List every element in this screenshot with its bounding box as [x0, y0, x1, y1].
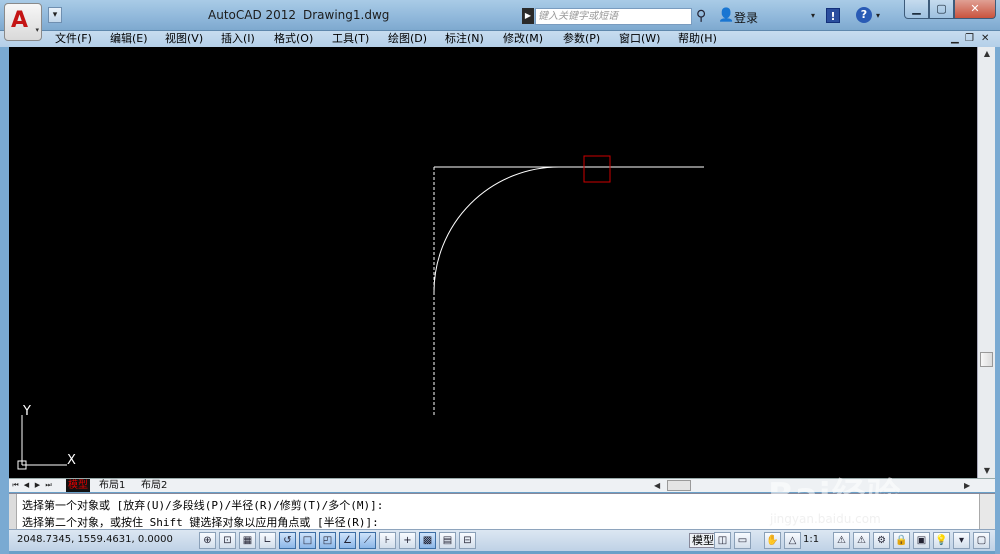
status-menu-icon[interactable]: ▾ — [953, 532, 970, 549]
exchange-info-icon[interactable]: ! — [826, 8, 840, 23]
snap-mode-icon[interactable]: ⊡ — [219, 532, 236, 549]
menu-item-help[interactable]: 帮助(H) — [678, 31, 717, 47]
chevron-down-icon[interactable]: ▾ — [876, 11, 880, 20]
first-tab-icon[interactable]: ⏮ — [11, 480, 20, 491]
menu-item-dimension[interactable]: 标注(N) — [445, 31, 484, 47]
doc-minimize-button[interactable]: ▁ — [951, 32, 959, 46]
grid-display-icon[interactable]: ▦ — [239, 532, 256, 549]
tab-model[interactable]: 模型 — [66, 479, 90, 492]
menu-bar: 文件(F) 编辑(E) 视图(V) 插入(I) 格式(O) 工具(T) 绘图(D… — [0, 31, 1000, 47]
clean-screen-icon[interactable]: ▢ — [973, 532, 990, 549]
ortho-mode-icon[interactable]: ∟ — [259, 532, 276, 549]
binoculars-icon[interactable]: ⚲ — [696, 8, 706, 24]
workspace-switching-icon[interactable]: ⚙ — [873, 532, 890, 549]
title-bar: ▾ AutoCAD 2012 Drawing1.dwg ▶ ⚲ 👤 登录 ▾ !… — [0, 0, 1000, 31]
command-history-line: 选择第一个对象或 [放弃(U)/多段线(P)/半径(R)/修剪(T)/多个(M)… — [22, 499, 384, 512]
doc-close-button[interactable]: ✕ — [981, 32, 989, 46]
quick-access-dropdown-button[interactable]: ▾ — [48, 7, 62, 23]
login-button[interactable]: 登录 — [734, 9, 758, 26]
last-tab-icon[interactable]: ⏭ — [44, 480, 53, 491]
vertical-scroll-thumb[interactable] — [980, 352, 993, 367]
menu-item-file[interactable]: 文件(F) — [55, 31, 92, 47]
minimize-button[interactable]: ▁ — [904, 0, 929, 19]
3d-object-snap-icon[interactable]: ◰ — [319, 532, 336, 549]
tab-layout1[interactable]: 布局1 — [99, 479, 125, 492]
quick-properties-icon[interactable]: ▤ — [439, 532, 456, 549]
application-menu-button[interactable]: A ▾ — [4, 3, 42, 41]
hardware-acceleration-icon[interactable]: ▣ — [913, 532, 930, 549]
menu-item-modify[interactable]: 修改(M) — [503, 31, 543, 47]
infer-constraints-icon[interactable]: ⊕ — [199, 532, 216, 549]
scroll-down-arrow-icon[interactable]: ▼ — [978, 464, 996, 478]
help-icon[interactable]: ? — [856, 7, 872, 23]
app-title: AutoCAD 2012 — [208, 8, 297, 22]
selection-cycling-icon[interactable]: ⊟ — [459, 532, 476, 549]
pan-icon[interactable]: ✋ — [764, 532, 781, 549]
tab-layout2[interactable]: 布局2 — [141, 479, 167, 492]
prev-tab-icon[interactable]: ◀ — [22, 480, 31, 491]
annotation-visibility-icon[interactable]: ⚠ — [833, 532, 850, 549]
document-title: Drawing1.dwg — [303, 8, 390, 22]
menu-item-format[interactable]: 格式(O) — [274, 31, 313, 47]
window-frame-left — [0, 47, 9, 554]
ucs-y-label: Y — [22, 404, 31, 419]
command-scrollbar[interactable] — [979, 494, 995, 530]
coordinate-readout[interactable]: 2048.7345, 1559.4631, 0.0000 — [17, 534, 173, 545]
command-window-grip[interactable] — [9, 494, 17, 530]
pickbox-cursor — [583, 155, 611, 183]
menu-item-tools[interactable]: 工具(T) — [332, 31, 369, 47]
scroll-left-arrow-icon[interactable]: ◀ — [654, 479, 660, 492]
quick-view-layouts-icon[interactable]: ◫ — [714, 532, 731, 549]
scroll-up-arrow-icon[interactable]: ▲ — [978, 47, 996, 61]
search-expand-button[interactable]: ▶ — [522, 8, 534, 24]
close-button[interactable]: ✕ — [954, 0, 996, 19]
search-input[interactable] — [535, 8, 692, 25]
transparency-icon[interactable]: ▩ — [419, 532, 436, 549]
object-snap-tracking-icon[interactable]: ∠ — [339, 532, 356, 549]
menu-item-draw[interactable]: 绘图(D) — [388, 31, 427, 47]
command-prompt-line[interactable]: 选择第二个对象，或按住 Shift 键选择对象以应用角点或 [半径(R)]: — [22, 514, 379, 530]
menu-item-window[interactable]: 窗口(W) — [619, 31, 660, 47]
chevron-down-icon: ▾ — [35, 26, 39, 34]
menu-item-view[interactable]: 视图(V) — [165, 31, 203, 47]
vertical-scrollbar[interactable]: ▲ ▼ — [977, 47, 995, 478]
annotation-scale-icon[interactable]: △ — [784, 532, 801, 549]
drawing-svg: Y X — [17, 155, 704, 470]
isolate-objects-icon[interactable]: 💡 — [933, 532, 950, 549]
menu-item-insert[interactable]: 插入(I) — [221, 31, 255, 47]
annotation-scale-value[interactable]: 1:1 — [803, 534, 819, 545]
drawing-canvas[interactable]: Y X — [9, 47, 977, 478]
auto-scale-icon[interactable]: ⚠ — [853, 532, 870, 549]
scroll-right-arrow-icon[interactable]: ▶ — [964, 479, 970, 492]
command-window[interactable]: 选择第一个对象或 [放弃(U)/多段线(P)/半径(R)/修剪(T)/多个(M)… — [9, 493, 995, 530]
chevron-down-icon[interactable]: ▾ — [811, 11, 815, 20]
lineweight-icon[interactable]: + — [399, 532, 416, 549]
next-tab-icon[interactable]: ▶ — [33, 480, 42, 491]
menu-item-parametric[interactable]: 参数(P) — [563, 31, 600, 47]
layout-tabs-row: ⏮ ◀ ▶ ⏭ 模型 布局1 布局2 ◀ ▶ — [9, 478, 995, 492]
user-icon[interactable]: 👤 — [718, 8, 734, 23]
menu-item-edit[interactable]: 编辑(E) — [110, 31, 148, 47]
quick-view-drawings-icon[interactable]: ▭ — [734, 532, 751, 549]
horizontal-scroll-thumb[interactable] — [667, 480, 691, 491]
object-snap-icon[interactable]: □ — [299, 532, 316, 549]
dynamic-ucs-icon[interactable]: ⟋ — [359, 532, 376, 549]
ucs-x-label: X — [67, 453, 76, 468]
maximize-button[interactable]: ▢ — [929, 0, 954, 19]
model-space-button[interactable]: 模型 — [689, 533, 717, 548]
status-bar: 2048.7345, 1559.4631, 0.0000 ⊕ ⊡ ▦ ∟ ↺ □… — [9, 529, 995, 551]
ucs-icon: Y X — [17, 404, 76, 470]
fillet-arc[interactable] — [433, 166, 560, 293]
polar-tracking-icon[interactable]: ↺ — [279, 532, 296, 549]
toolbar-lock-icon[interactable]: 🔒 — [893, 532, 910, 549]
dynamic-input-icon[interactable]: ⊦ — [379, 532, 396, 549]
doc-restore-button[interactable]: ❐ — [965, 32, 974, 46]
autocad-logo-icon: A — [11, 8, 29, 33]
